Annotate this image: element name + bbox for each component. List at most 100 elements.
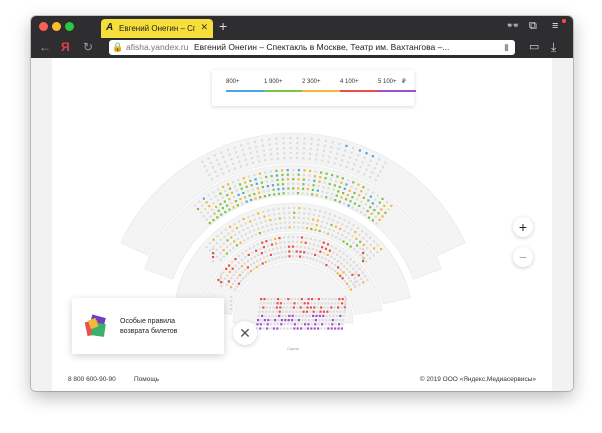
seat[interactable] (356, 280, 359, 283)
seat[interactable] (390, 204, 393, 207)
seat[interactable] (273, 213, 276, 216)
seat[interactable] (299, 250, 302, 253)
seat[interactable] (344, 300, 347, 303)
seat[interactable] (311, 298, 314, 301)
seat[interactable] (250, 156, 253, 160)
seat[interactable] (315, 224, 318, 227)
seat[interactable] (377, 212, 380, 215)
seat[interactable] (240, 235, 243, 238)
seat[interactable] (289, 306, 292, 309)
zoom-in-button[interactable]: + (513, 217, 533, 237)
seat[interactable] (340, 181, 343, 184)
seat[interactable] (300, 327, 303, 330)
seat[interactable] (337, 147, 340, 150)
seat[interactable] (297, 226, 300, 229)
seat[interactable] (376, 205, 379, 208)
seat[interactable] (319, 260, 322, 264)
seat[interactable] (356, 227, 360, 230)
seat[interactable] (239, 241, 242, 244)
seat[interactable] (253, 173, 256, 176)
seat[interactable] (302, 217, 305, 220)
seat[interactable] (282, 207, 285, 210)
seat[interactable] (311, 319, 314, 322)
seat[interactable] (296, 137, 299, 140)
seat[interactable] (292, 168, 295, 172)
seat[interactable] (343, 187, 346, 190)
seat[interactable] (330, 255, 333, 258)
seat[interactable] (331, 298, 334, 301)
seat[interactable] (220, 285, 223, 288)
seat[interactable] (235, 189, 238, 192)
seat[interactable] (333, 214, 337, 217)
seat[interactable] (280, 251, 283, 254)
seat[interactable] (284, 319, 287, 322)
seat[interactable] (212, 238, 215, 241)
seat[interactable] (296, 240, 299, 243)
seat[interactable] (312, 213, 316, 216)
seat[interactable] (304, 241, 307, 244)
seat[interactable] (343, 202, 346, 205)
seat[interactable] (220, 151, 223, 154)
seat[interactable] (242, 218, 245, 221)
seat[interactable] (270, 223, 273, 226)
seat[interactable] (220, 213, 223, 216)
seat[interactable] (303, 302, 306, 305)
seat[interactable] (265, 310, 268, 313)
seat[interactable] (349, 288, 352, 291)
seat[interactable] (270, 158, 273, 161)
seat[interactable] (338, 323, 341, 326)
seat[interactable] (254, 140, 257, 143)
seat[interactable] (228, 208, 231, 211)
seat[interactable] (239, 198, 242, 201)
seat[interactable] (258, 216, 261, 220)
seat[interactable] (295, 156, 299, 160)
seat[interactable] (335, 194, 338, 197)
seat[interactable] (345, 225, 348, 228)
seat[interactable] (224, 160, 227, 163)
seat[interactable] (216, 235, 219, 238)
seat[interactable] (334, 327, 337, 330)
seat[interactable] (318, 210, 322, 213)
seat[interactable] (365, 152, 368, 155)
seat[interactable] (308, 314, 311, 317)
seat[interactable] (362, 196, 365, 199)
price-filter-1[interactable]: 800+ (226, 78, 264, 86)
seat[interactable] (265, 224, 269, 227)
seat[interactable] (316, 310, 319, 313)
seat[interactable] (336, 310, 339, 313)
seat[interactable] (358, 204, 361, 207)
seat[interactable] (362, 256, 365, 259)
seat[interactable] (322, 154, 325, 157)
seat[interactable] (327, 187, 330, 190)
seat[interactable] (371, 171, 374, 174)
seat[interactable] (262, 210, 265, 213)
seat[interactable] (353, 202, 356, 205)
seat[interactable] (224, 228, 227, 231)
seat[interactable] (305, 314, 308, 317)
seat[interactable] (232, 181, 235, 184)
seat[interactable] (268, 249, 271, 252)
seat[interactable] (366, 209, 369, 213)
seat[interactable] (314, 253, 317, 256)
seat[interactable] (296, 152, 299, 155)
seat[interactable] (374, 198, 377, 201)
seat[interactable] (340, 327, 343, 330)
seat[interactable] (364, 275, 367, 278)
seat[interactable] (207, 157, 210, 160)
seat[interactable] (303, 173, 306, 177)
seat[interactable] (289, 151, 292, 155)
seat[interactable] (312, 314, 315, 317)
seat[interactable] (219, 258, 222, 261)
seat[interactable] (328, 155, 331, 159)
seat[interactable] (244, 256, 247, 259)
seat[interactable] (275, 169, 278, 172)
seat[interactable] (262, 327, 265, 330)
seat[interactable] (325, 264, 328, 267)
seat[interactable] (338, 249, 341, 252)
seat[interactable] (352, 261, 355, 264)
seat[interactable] (323, 327, 326, 330)
seat[interactable] (235, 227, 238, 230)
seat[interactable] (326, 306, 329, 309)
seat[interactable] (289, 141, 292, 145)
seat[interactable] (289, 136, 292, 140)
